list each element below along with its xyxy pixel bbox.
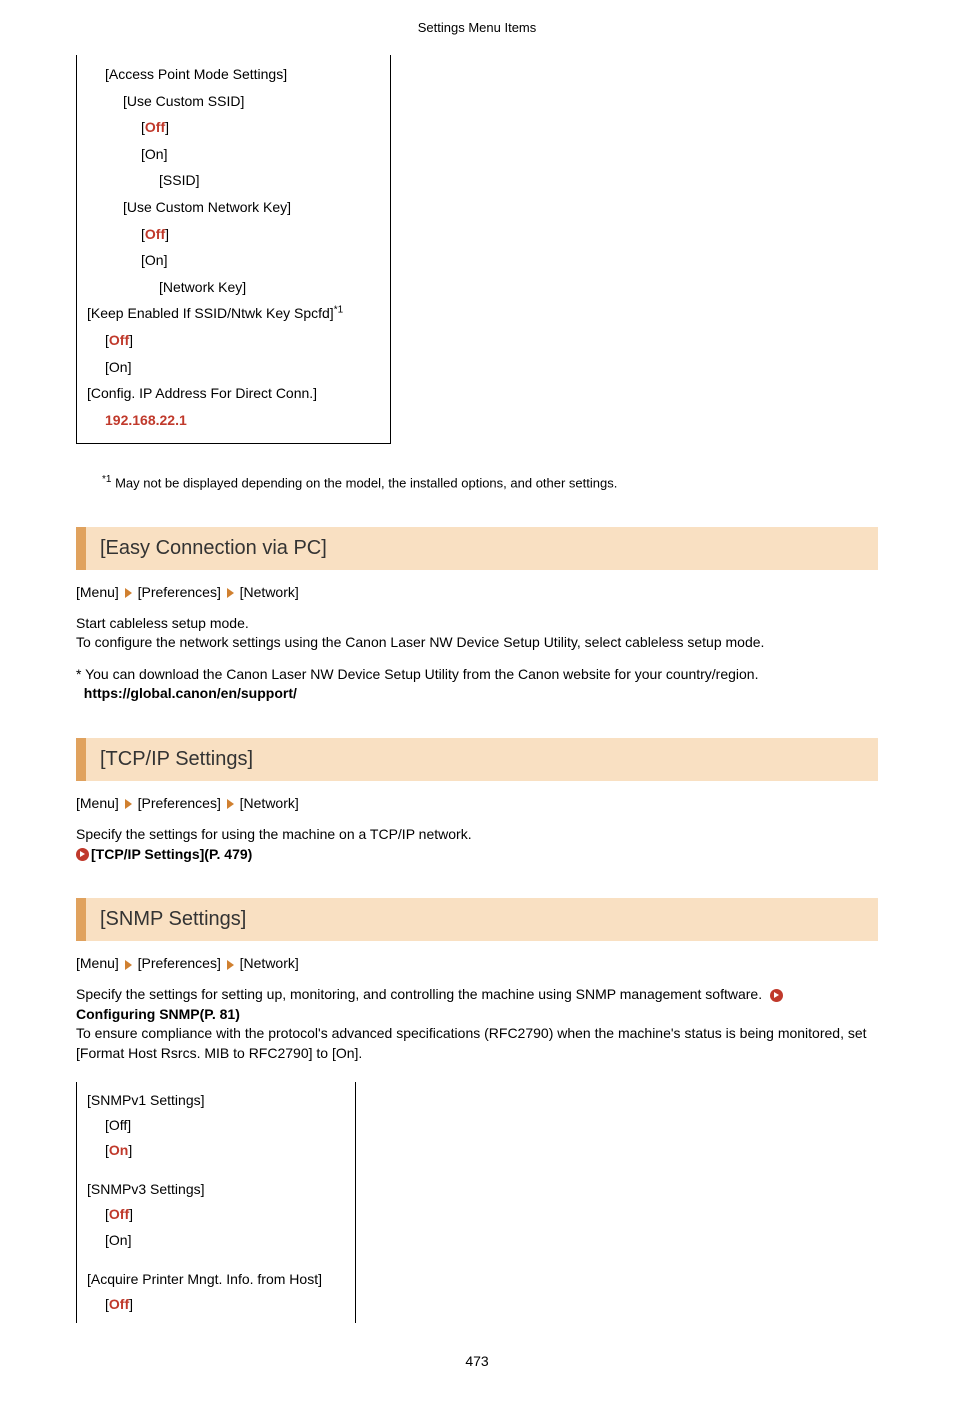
page-content: Settings Menu Items [Access Point Mode S… [0,0,954,1409]
breadcrumb-menu: [Menu] [76,795,119,811]
breadcrumb-menu: [Menu] [76,955,119,971]
breadcrumb-network: [Network] [240,584,299,600]
chevron-right-icon [227,960,234,970]
bracket: ] [129,1206,133,1222]
value-off: Off [109,332,129,348]
value-off: Off [145,119,165,135]
page-number: 473 [76,1353,878,1369]
value-off: Off [109,1206,129,1222]
setting-row: [Config. IP Address For Direct Conn.] [87,380,380,407]
setting-row: [Off] [87,1113,345,1138]
setting-row: [SSID] [87,167,380,194]
breadcrumb-preferences: [Preferences] [138,955,221,971]
link-text: [TCP/IP Settings](P. 479) [91,846,252,862]
setting-row: [Acquire Printer Mngt. Info. from Host] [87,1267,345,1292]
value-on: On [109,1142,128,1158]
setting-row: [SNMPv1 Settings] [87,1088,345,1113]
footnote: *1 May not be displayed depending on the… [102,474,878,490]
spacer [87,1253,345,1267]
text-line: To configure the network settings using … [76,634,764,650]
value-off: Off [145,226,165,242]
setting-row: [Off] [87,221,380,248]
text-line: Specify the settings for setting up, mon… [76,986,766,1002]
bracket: ] [165,119,169,135]
setting-row: [On] [87,1138,345,1163]
body-paragraph: * You can download the Canon Laser NW De… [76,665,878,704]
setting-row: [Off] [87,1292,345,1317]
text-line: Start cableless setup mode. [76,615,249,631]
chevron-right-icon [227,799,234,809]
setting-row: [On] [87,354,380,381]
breadcrumb-menu: [Menu] [76,584,119,600]
body-paragraph: Specify the settings for setting up, mon… [76,985,878,1063]
setting-row: [On] [87,141,380,168]
section-heading-easy-connection: [Easy Connection via PC] [76,527,878,570]
setting-row: [On] [87,1228,345,1253]
ip-address-value: 192.168.22.1 [87,407,380,434]
setting-row: [Use Custom SSID] [87,88,380,115]
chevron-right-icon [125,799,132,809]
breadcrumb-network: [Network] [240,795,299,811]
bracket: ] [128,1142,132,1158]
chevron-right-icon [125,960,132,970]
page-header: Settings Menu Items [76,20,878,35]
footnote-text: May not be displayed depending on the mo… [111,476,617,491]
setting-row: [Off] [87,114,380,141]
breadcrumb: [Menu] [Preferences] [Network] [76,795,878,811]
cross-reference-link[interactable]: Configuring SNMP(P. 81) [76,1006,240,1022]
breadcrumb: [Menu] [Preferences] [Network] [76,584,878,600]
support-url: https://global.canon/en/support/ [84,685,297,701]
settings-box-access-point: [Access Point Mode Settings] [Use Custom… [76,55,391,444]
settings-box-snmp: [SNMPv1 Settings] [Off] [On] [SNMPv3 Set… [76,1082,356,1324]
setting-row: [Off] [87,1202,345,1227]
setting-row: [Keep Enabled If SSID/Ntwk Key Spcfd]*1 [87,300,380,327]
play-circle-icon [770,989,783,1002]
footnote-ref: *1 [334,305,343,316]
play-circle-icon [76,848,89,861]
section-heading-snmp: [SNMP Settings] [76,898,878,941]
setting-row: [On] [87,247,380,274]
setting-row: [Off] [87,327,380,354]
body-paragraph: Start cableless setup mode. To configure… [76,614,878,653]
value-off: Off [109,1296,129,1312]
setting-row: [Use Custom Network Key] [87,194,380,221]
breadcrumb-preferences: [Preferences] [138,584,221,600]
bracket: ] [165,226,169,242]
breadcrumb-preferences: [Preferences] [138,795,221,811]
section-heading-tcpip: [TCP/IP Settings] [76,738,878,781]
setting-row: [Access Point Mode Settings] [87,61,380,88]
setting-row: [SNMPv3 Settings] [87,1177,345,1202]
chevron-right-icon [227,588,234,598]
text-line: To ensure compliance with the protocol's… [76,1025,867,1061]
breadcrumb-network: [Network] [240,955,299,971]
setting-row: [Network Key] [87,274,380,301]
breadcrumb: [Menu] [Preferences] [Network] [76,955,878,971]
bracket: ] [129,332,133,348]
body-paragraph: Specify the settings for using the machi… [76,825,878,864]
text-line: * You can download the Canon Laser NW De… [76,666,758,682]
chevron-right-icon [125,588,132,598]
setting-label: [Keep Enabled If SSID/Ntwk Key Spcfd] [87,305,334,321]
bracket: ] [129,1296,133,1312]
text-line: Specify the settings for using the machi… [76,826,472,842]
cross-reference-link[interactable]: [TCP/IP Settings](P. 479) [76,846,252,862]
spacer [87,1163,345,1177]
